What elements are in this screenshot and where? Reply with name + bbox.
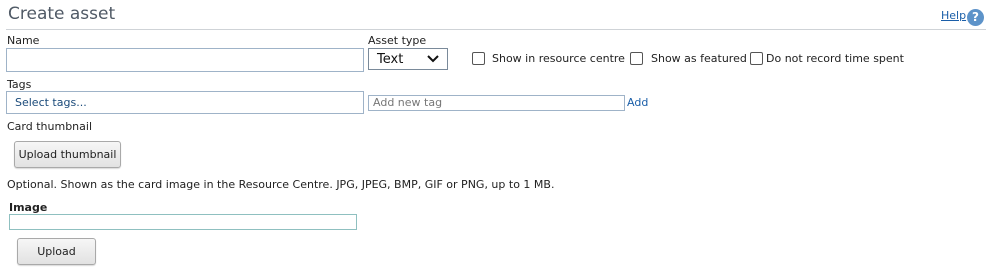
asset-type-label: Asset type	[368, 34, 427, 47]
do-not-record-time-label: Do not record time spent	[766, 52, 904, 65]
title-divider	[6, 29, 986, 30]
page-title: Create asset	[8, 4, 116, 24]
image-file-input[interactable]	[9, 214, 357, 230]
help-link[interactable]: Help	[941, 9, 966, 22]
thumbnail-help-text: Optional. Shown as the card image in the…	[7, 178, 555, 191]
name-input[interactable]	[6, 48, 364, 72]
add-tag-link[interactable]: Add	[627, 96, 648, 109]
new-tag-input[interactable]: Add new tag	[368, 95, 625, 111]
show-as-featured-label: Show as featured	[651, 52, 747, 65]
card-thumbnail-label: Card thumbnail	[7, 120, 93, 133]
do-not-record-time-checkbox[interactable]	[750, 52, 763, 65]
chevron-down-icon	[427, 55, 439, 63]
name-label: Name	[7, 34, 40, 47]
asset-type-select[interactable]: Text	[368, 48, 448, 70]
asset-type-selected-value: Text	[377, 51, 404, 67]
show-as-featured-checkbox[interactable]	[630, 52, 643, 65]
image-label: Image	[9, 201, 48, 214]
show-in-resource-centre-label: Show in resource centre	[492, 52, 625, 65]
help-icon[interactable]: ?	[967, 9, 984, 26]
tags-select[interactable]: Select tags...	[6, 91, 364, 114]
upload-button[interactable]: Upload	[17, 238, 96, 265]
upload-thumbnail-button[interactable]: Upload thumbnail	[14, 141, 121, 168]
tags-label: Tags	[7, 78, 32, 91]
show-in-resource-centre-checkbox[interactable]	[472, 52, 485, 65]
